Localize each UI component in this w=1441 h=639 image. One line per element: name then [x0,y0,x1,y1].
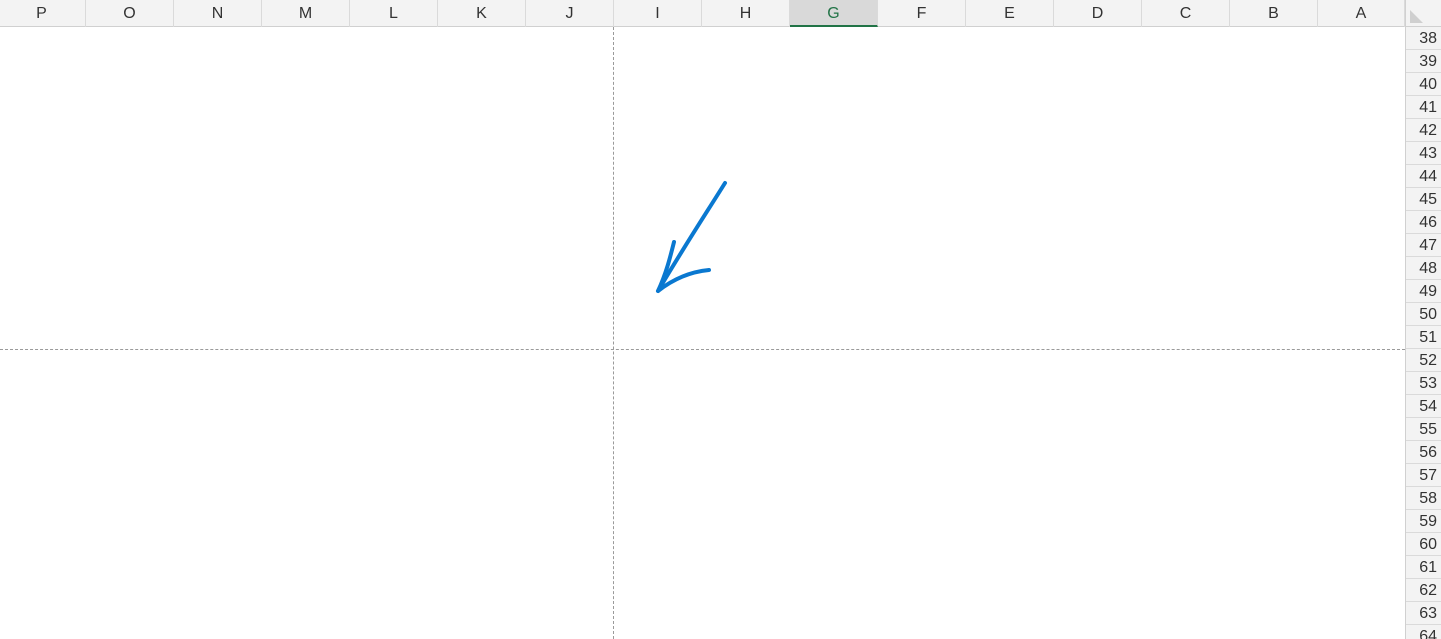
row-header-55[interactable]: 55 [1406,418,1441,441]
row-header-47[interactable]: 47 [1406,234,1441,257]
row-header-49[interactable]: 49 [1406,280,1441,303]
row-header-43[interactable]: 43 [1406,142,1441,165]
select-all-icon [1410,10,1423,23]
row-header-61[interactable]: 61 [1406,556,1441,579]
worksheet[interactable]: PONMLKJIHGFEDCBA 38 39 40 41 42 43 44 45 46 47 48 4… [0,0,1441,639]
row-header-63[interactable]: 63 [1406,602,1441,625]
row-header-42[interactable]: 42 [1406,119,1441,142]
row-header-60[interactable]: 60 [1406,533,1441,556]
row-header-bar: 38 39 40 41 42 43 44 45 46 47 48 49 50 51 52 53 54 55 56 57… [1405,27,1441,639]
row-header-46[interactable]: 46 [1406,211,1441,234]
ink-arrow-icon[interactable] [0,0,1405,639]
row-header-48[interactable]: 48 [1406,257,1441,280]
row-header-54[interactable]: 54 [1406,395,1441,418]
row-header-44[interactable]: 44 [1406,165,1441,188]
row-header-57[interactable]: 57 [1406,464,1441,487]
row-header-52[interactable]: 52 [1406,349,1441,372]
row-header-53[interactable]: 53 [1406,372,1441,395]
row-header-56[interactable]: 56 [1406,441,1441,464]
row-header-45[interactable]: 45 [1406,188,1441,211]
row-header-64[interactable]: 64 [1406,625,1441,639]
row-header-41[interactable]: 41 [1406,96,1441,119]
row-header-38[interactable]: 38 [1406,27,1441,50]
row-header-51[interactable]: 51 [1406,326,1441,349]
row-header-50[interactable]: 50 [1406,303,1441,326]
select-all-corner[interactable] [1405,0,1441,27]
row-header-62[interactable]: 62 [1406,579,1441,602]
row-header-59[interactable]: 59 [1406,510,1441,533]
row-header-40[interactable]: 40 [1406,73,1441,96]
row-header-58[interactable]: 58 [1406,487,1441,510]
row-header-39[interactable]: 39 [1406,50,1441,73]
